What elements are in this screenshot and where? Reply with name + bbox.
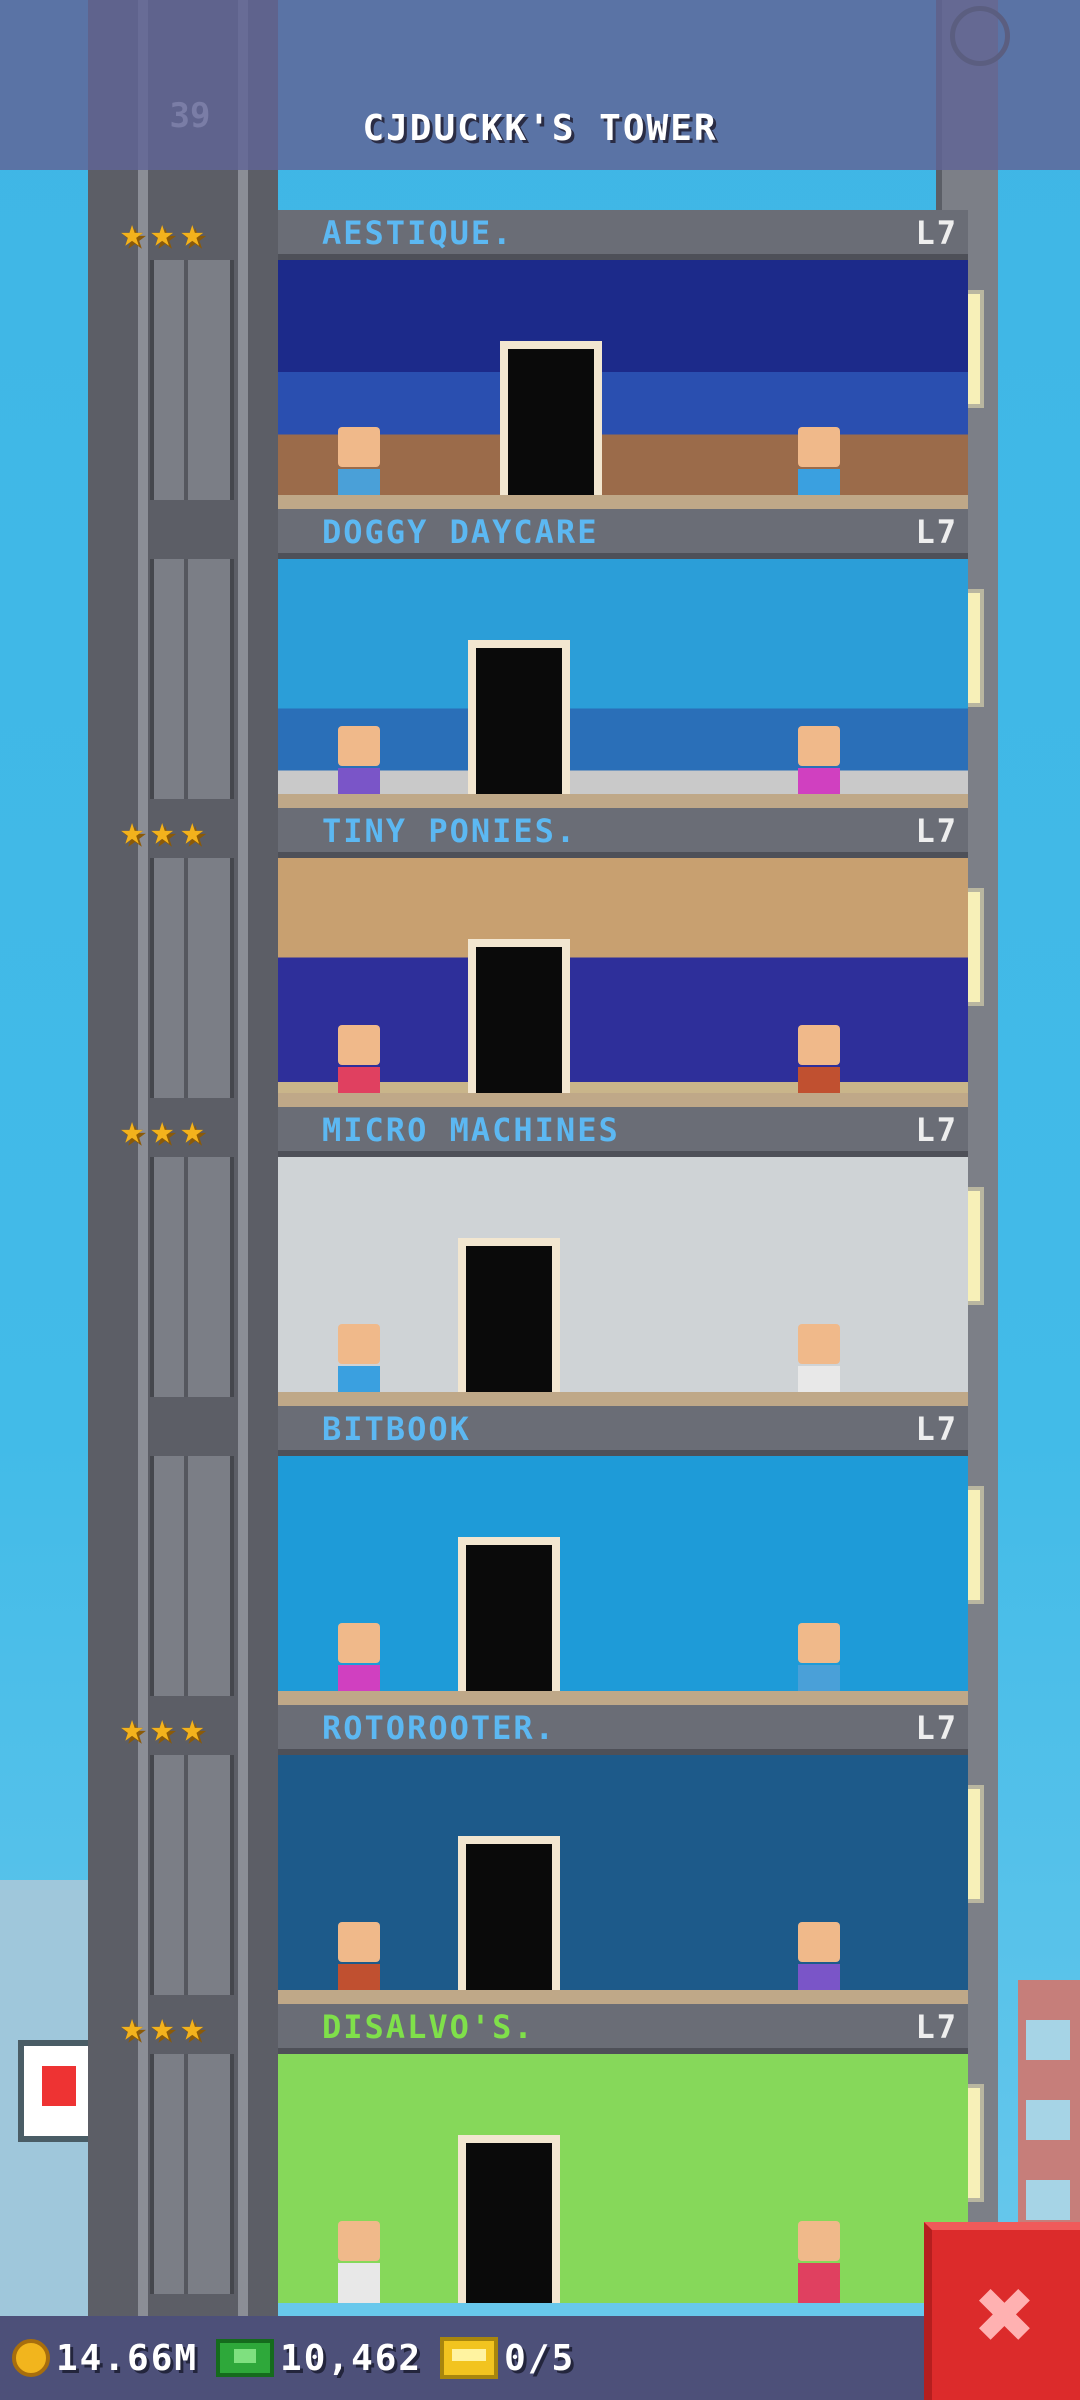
floor-door [458,1836,560,2004]
elevator-segment [150,2054,234,2294]
floor-strip [278,1392,968,1406]
floor-38[interactable]: AESTIQUE. L7 [278,210,968,509]
floor-door [468,640,570,808]
floor-name-bar: TINY PONIES. L7 [278,808,968,858]
floor-room[interactable] [278,1456,968,1705]
floor-strip [278,1990,968,2004]
floor-33[interactable]: ROTOROOTER. L7 [278,1705,968,2004]
coins-display: 14.66M [12,2338,198,2379]
floor-level: L7 [915,812,958,850]
star-icon: ★ [150,210,175,256]
floor-level: L7 [915,513,958,551]
bux-value: 10,462 [280,2337,423,2379]
resident[interactable] [798,2221,840,2303]
tickets-value: 0/5 [504,2337,576,2379]
floor-strip [278,1093,968,1107]
tower-bux-icon [216,2339,275,2377]
floor-strip [278,794,968,808]
floor-room[interactable] [278,260,968,509]
floor-37[interactable]: DOGGY DAYCARE L7 [278,509,968,808]
resident[interactable] [338,2221,380,2303]
floor-level: L7 [915,214,958,252]
floor-name-bar: ROTOROOTER. L7 [278,1705,968,1755]
close-button[interactable]: ✖ [924,2222,1080,2400]
floor-room[interactable] [278,1157,968,1406]
floor-door [468,939,570,1107]
star-icon: ★ [180,1705,205,1751]
star-icon: ★ [150,1107,175,1153]
star-icon: ★ [120,1705,145,1751]
star-icon: ★ [150,808,175,854]
star-icon: ★ [120,2004,145,2050]
elevator-segment [150,260,234,500]
floor-name-bar: DISALVO'S. L7 [278,2004,968,2054]
floor-name: DOGGY DAYCARE [322,513,599,551]
elevator-segment [150,1157,234,1397]
tower-title: CJDUCKK'S TOWER [362,108,718,149]
floor-36[interactable]: TINY PONIES. L7 [278,808,968,1107]
floor-name: TINY PONIES. [322,812,578,850]
star-icon: ★ [180,2004,205,2050]
floor-room[interactable] [278,858,968,1107]
floor-name-bar: DOGGY DAYCARE L7 [278,509,968,559]
floor-room[interactable] [278,559,968,808]
resource-bar: 14.66M 10,462 0/5 [0,2316,942,2400]
floor-level: L7 [915,1111,958,1149]
tickets-display: 0/5 [440,2337,575,2379]
elevator-segment [150,1456,234,1696]
floor-stars: ★ ★ ★ [120,210,204,256]
floor-34[interactable]: BITBOOK L7 [278,1406,968,1705]
floor-32[interactable]: DISALVO'S. L7 [278,2004,968,2303]
floor-35[interactable]: MICRO MACHINES L7 [278,1107,968,1406]
bux-display: 10,462 [216,2338,422,2379]
star-icon: ★ [180,808,205,854]
star-icon: ★ [150,2004,175,2050]
fries-icon [42,2066,76,2106]
star-icon: ★ [120,210,145,256]
floor-room[interactable] [278,1755,968,2004]
elevator-segment [150,559,234,799]
elevator-shaft[interactable]: 38★★★3736★★★35★★★3433★★★32★★★ [88,0,278,2400]
floor-door [458,2135,560,2303]
star-icon: ★ [180,210,205,256]
floor-name-bar: MICRO MACHINES L7 [278,1107,968,1157]
star-icon: ★ [120,1107,145,1153]
floor-name: DISALVO'S. [322,2008,535,2046]
floor-level: L7 [915,1410,958,1448]
floor-name: BITBOOK [322,1410,471,1448]
elevator-segment [150,1755,234,1995]
floor-strip [278,1691,968,1705]
tower-header: 39 CJDUCKK'S TOWER [0,0,1080,170]
star-icon: ★ [150,1705,175,1751]
floor-door [500,341,602,509]
floor-name-bar: AESTIQUE. L7 [278,210,968,260]
elevator-segment [150,858,234,1098]
coin-icon [12,2339,50,2377]
floor-door [458,1238,560,1406]
clock-icon [950,6,1010,66]
tower[interactable]: 38★★★3736★★★35★★★3433★★★32★★★ AESTIQUE. … [88,0,1028,2400]
star-icon: ★ [180,1107,205,1153]
ticket-icon [440,2337,499,2379]
floor-name: MICRO MACHINES [322,1111,620,1149]
floor-stars: ★ ★ ★ [120,2004,204,2050]
floor-name: ROTOROOTER. [322,1709,556,1747]
floor-level: L7 [915,2008,958,2046]
floor-name: AESTIQUE. [322,214,514,252]
floor-room[interactable] [278,2054,968,2303]
floor-name-bar: BITBOOK L7 [278,1406,968,1456]
floor-stars: ★ ★ ★ [120,1107,204,1153]
floor-stars: ★ ★ ★ [120,1705,204,1751]
floor-strip [278,495,968,509]
floor-level: L7 [915,1709,958,1747]
star-icon: ★ [120,808,145,854]
floor-stars: ★ ★ ★ [120,808,204,854]
coins-value: 14.66M [56,2337,199,2379]
floor-door [458,1537,560,1705]
